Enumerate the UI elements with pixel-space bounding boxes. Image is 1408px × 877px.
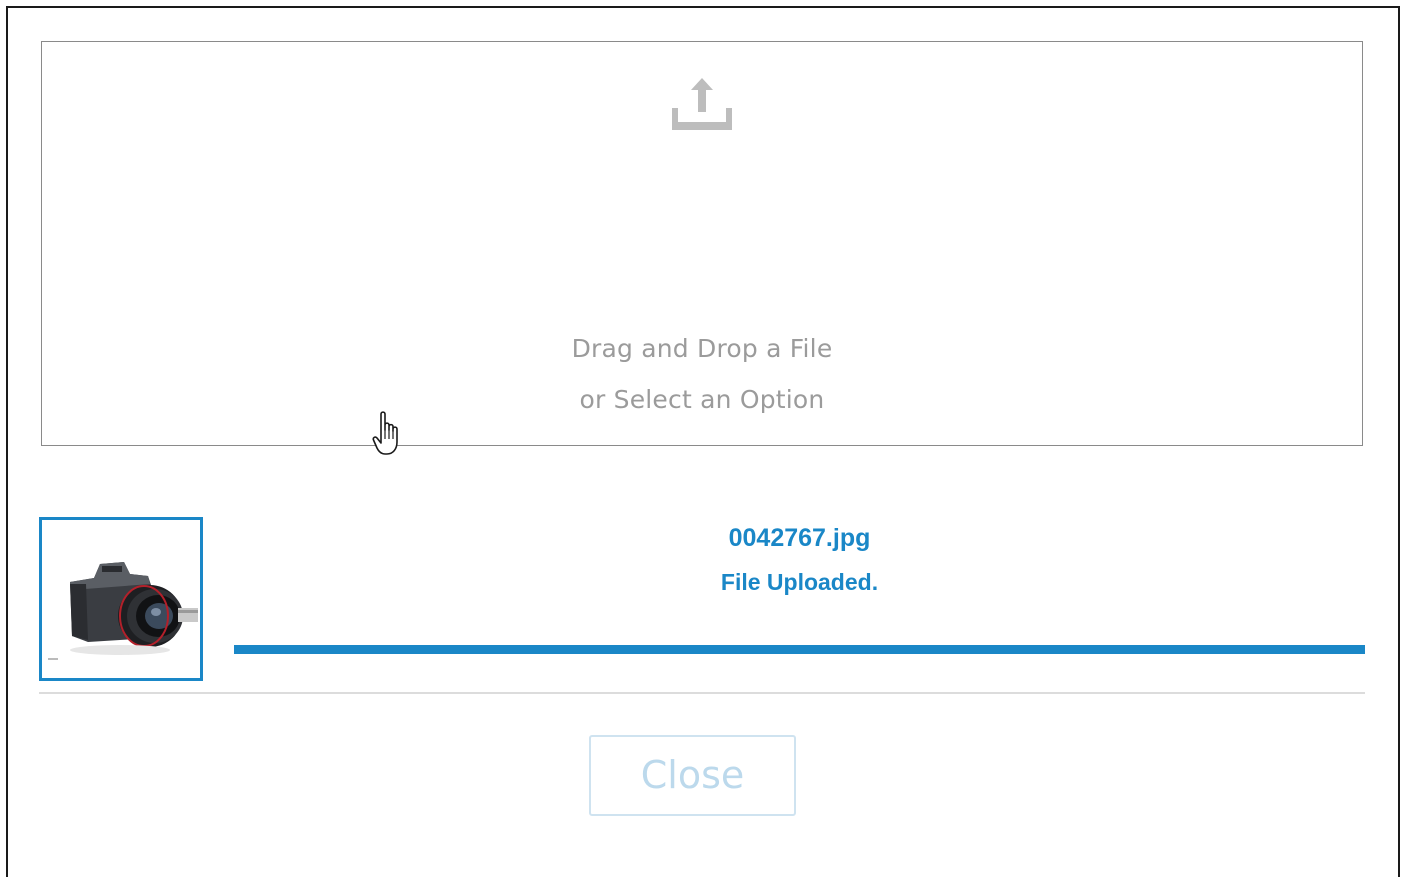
file-name: 0042767.jpg <box>728 524 871 552</box>
hand-pointer-cursor-icon <box>372 411 398 455</box>
upload-progress-fill <box>234 645 1365 654</box>
dropzone-option-text: or Select an Option <box>579 385 825 414</box>
file-thumbnail[interactable] <box>39 517 203 681</box>
upload-progress-bar <box>234 645 1365 654</box>
dropzone-instruction: Drag and Drop a File <box>571 334 833 363</box>
close-button[interactable]: Close <box>589 735 796 816</box>
upload-icon <box>672 78 732 130</box>
upload-status: File Uploaded. <box>720 569 879 595</box>
divider <box>39 692 1365 694</box>
camera-thumbnail <box>42 520 200 678</box>
